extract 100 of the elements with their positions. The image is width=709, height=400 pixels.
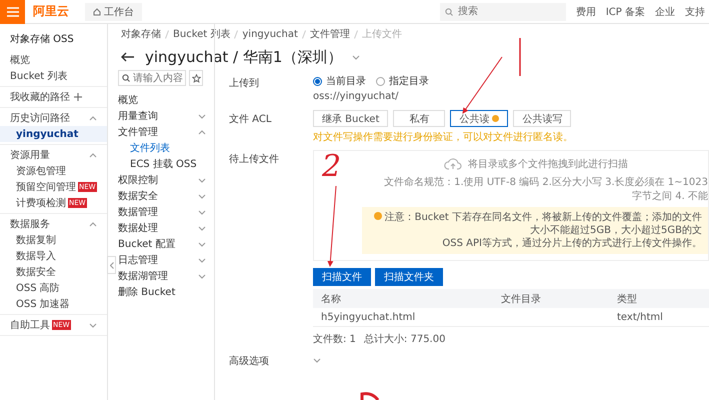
sidebar-item[interactable]: 数据导入 (0, 248, 107, 264)
breadcrumb-separator-icon (302, 30, 306, 38)
chevron-icon (198, 178, 206, 182)
nav-item[interactable]: Bucket 配置 (118, 237, 176, 251)
breadcrumb-link[interactable]: 文件管理 (310, 27, 350, 41)
section-title: 资源用量 (10, 149, 50, 162)
breadcrumb-link[interactable]: 对象存储 (121, 27, 161, 41)
annotation-number: 2 (322, 152, 342, 182)
menu-icon (6, 6, 18, 16)
acl-option-button[interactable]: 公共读 (450, 110, 508, 127)
cloud-upload-icon (444, 158, 462, 170)
sidebar-title: 对象存储 OSS (9, 32, 75, 46)
chevron-icon (89, 222, 97, 226)
sidebar-item[interactable]: OSS 高防 (0, 280, 107, 296)
chevron-icon (198, 210, 206, 214)
acl-hint: 对文件写操作需要进行身份验证，可以对文件进行匿名读。 (313, 130, 574, 144)
warning-icon (374, 212, 382, 220)
radio-button[interactable] (313, 76, 322, 86)
acl-option-button[interactable]: 公共读写 (513, 110, 572, 127)
column-header: 名称 (313, 289, 493, 308)
annotation-arrow (462, 56, 502, 114)
star-icon (192, 74, 200, 82)
field-label: 文件 ACL (229, 112, 272, 127)
collapse-handle[interactable] (107, 256, 116, 274)
chevron-icon (198, 130, 206, 134)
radio-label: 当前目录 (326, 74, 366, 88)
sidebar-item[interactable]: yingyuchat (0, 126, 107, 142)
notice-text: OSS API等方式，通过分片上传的方式进行上传文件操作。 (442, 238, 702, 249)
acl-option-button[interactable]: 继承 Bucket (313, 110, 388, 127)
top-nav-link[interactable]: 费用 (576, 4, 596, 18)
warning-icon (492, 115, 500, 122)
table-cell: text/html (609, 308, 709, 327)
section-title: 历史访问路径 (10, 112, 70, 125)
menu-button[interactable] (0, 0, 25, 24)
chevron-icon (198, 194, 206, 198)
scan-button[interactable]: 扫描文件夹 (375, 268, 443, 286)
upload-path: oss://yingyuchat/ (313, 91, 400, 102)
acl-option-button[interactable]: 私有 (393, 110, 446, 127)
column-header: 文件目录 (493, 289, 609, 308)
search-field[interactable]: 请输入内容 (118, 70, 186, 86)
nav-item[interactable]: 数据管理 (118, 205, 158, 219)
drop-hint: 将目录或多个文件拖拽到此进行扫描 (468, 158, 628, 171)
chevron-icon (89, 116, 97, 120)
top-nav-link[interactable]: 企业 (655, 4, 675, 18)
summary-text: 文件数: 1 (313, 334, 356, 345)
section-title: 我收藏的路径 (10, 90, 70, 104)
sidebar-item-label: 计费项检测 (16, 196, 66, 210)
chevron-icon (198, 258, 206, 262)
sidebar-item[interactable]: 数据复制 (0, 232, 107, 248)
breadcrumb-separator-icon (165, 30, 169, 38)
nav-item[interactable]: 删除 Bucket (118, 284, 206, 300)
page-title: yingyuchat / 华南1（深圳） (145, 48, 342, 66)
sidebar-item[interactable]: 概览 (0, 52, 107, 68)
field-label: 上传到 (229, 76, 260, 91)
section-title: 自助工具 (10, 318, 50, 332)
table-cell: h5yingyuchat.html (313, 308, 493, 327)
notice-text: 注意：Bucket 下若存在同名文件，将被新上传的文件覆盖；添加的文件大小不能超过5GB，大小超过5GB的文 (384, 212, 702, 236)
nav-item[interactable]: 概览 (118, 92, 206, 108)
breadcrumb-separator-icon (234, 30, 238, 38)
plus-icon[interactable] (74, 93, 82, 101)
field-label: 高级选项 (229, 354, 270, 368)
back-arrow-icon[interactable] (121, 52, 135, 62)
nav-item[interactable]: 文件列表 (118, 140, 206, 156)
chevron-icon (89, 152, 97, 158)
nav-item[interactable]: 数据湖管理 (118, 269, 168, 283)
chevron-icon (198, 274, 206, 278)
top-nav-link[interactable]: ICP 备案 (606, 4, 645, 18)
sidebar-item[interactable]: 资源包管理 (0, 163, 107, 179)
home-icon (93, 8, 101, 16)
annotation-mark (360, 392, 380, 400)
field-label: 待上传文件 (229, 152, 280, 167)
nav-item[interactable]: 数据安全 (118, 189, 158, 203)
search-field[interactable]: 搜索 (440, 2, 566, 20)
chevron-icon (198, 242, 206, 246)
sidebar-item[interactable]: OSS 加速器 (0, 296, 107, 312)
breadcrumb-link[interactable]: yingyuchat (242, 28, 298, 40)
nav-item[interactable]: ECS 挂载 OSS (118, 156, 206, 172)
chevron-icon (198, 114, 206, 118)
naming-rule-text: 文件命名规范：1.使用 UTF-8 编码 2.区分大小写 3.长度必须在 1~1023 字节之间 4. 不能 (383, 176, 708, 203)
annotation-line (519, 38, 521, 76)
chevron-icon (313, 358, 321, 362)
sidebar-item-label: 预留空间管理 (16, 180, 76, 194)
top-nav-link[interactable]: 支持 (685, 4, 705, 18)
nav-item[interactable]: 日志管理 (118, 253, 158, 267)
scan-button[interactable]: 扫描文件 (313, 268, 371, 286)
nav-item[interactable]: 数据处理 (118, 221, 158, 235)
nav-item[interactable]: 权限控制 (118, 173, 158, 187)
workbench-button[interactable]: 工作台 (85, 2, 142, 20)
breadcrumb-separator-icon (354, 30, 358, 38)
sidebar-item[interactable]: 数据安全 (0, 264, 107, 280)
nav-item[interactable]: 文件管理 (118, 125, 158, 139)
chevron-icon (89, 322, 97, 328)
sidebar-item[interactable]: Bucket 列表 (0, 68, 107, 84)
summary-text: 总计大小: 775.00 (364, 334, 446, 345)
dropdown-caret-icon (352, 54, 360, 60)
radio-button[interactable] (376, 76, 385, 86)
radio-label: 指定目录 (389, 74, 429, 88)
chevron-icon (198, 226, 206, 230)
nav-item[interactable]: 用量查询 (118, 109, 158, 123)
star-button[interactable] (189, 70, 203, 86)
